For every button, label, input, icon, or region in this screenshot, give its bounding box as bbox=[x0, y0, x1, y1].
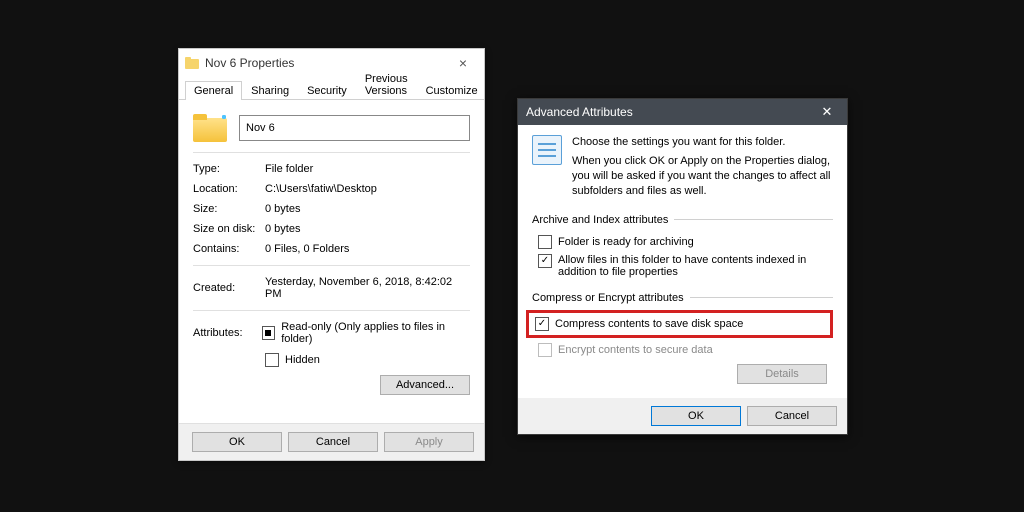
group-archive-label: Archive and Index attributes bbox=[532, 214, 668, 226]
folder-icon bbox=[185, 57, 199, 69]
divider bbox=[193, 152, 470, 153]
advanced-attributes-dialog: Advanced Attributes ✕ Choose the setting… bbox=[517, 98, 848, 435]
tab-security[interactable]: Security bbox=[298, 81, 356, 100]
checkbox-disabled-icon bbox=[538, 343, 552, 357]
type-value: File folder bbox=[265, 163, 470, 175]
readonly-label: Read-only (Only applies to files in fold… bbox=[281, 321, 470, 345]
close-icon[interactable]: ✕ bbox=[815, 104, 839, 120]
properties-tabstrip: General Sharing Security Previous Versio… bbox=[179, 77, 484, 100]
archive-label: Folder is ready for archiving bbox=[558, 236, 694, 248]
created-value: Yesterday, November 6, 2018, 8:42:02 PM bbox=[265, 276, 470, 300]
compress-label: Compress contents to save disk space bbox=[555, 318, 743, 330]
close-icon[interactable]: × bbox=[448, 55, 478, 71]
size-on-disk-value: 0 bytes bbox=[265, 223, 470, 235]
folder-name-input[interactable] bbox=[239, 115, 470, 141]
location-value: C:\Users\fatiw\Desktop bbox=[265, 183, 470, 195]
divider bbox=[193, 310, 470, 311]
properties-dialog: Nov 6 Properties × General Sharing Secur… bbox=[178, 48, 485, 461]
properties-body: Type:File folder Location:C:\Users\fatiw… bbox=[179, 100, 484, 423]
checkbox-empty-icon bbox=[265, 353, 279, 367]
size-value: 0 bytes bbox=[265, 203, 470, 215]
attributes-icon bbox=[532, 135, 562, 165]
tab-sharing[interactable]: Sharing bbox=[242, 81, 298, 100]
apply-button[interactable]: Apply bbox=[384, 432, 474, 452]
contains-label: Contains: bbox=[193, 243, 265, 255]
size-on-disk-label: Size on disk: bbox=[193, 223, 265, 235]
tab-previous-versions[interactable]: Previous Versions bbox=[356, 69, 417, 100]
tab-customize[interactable]: Customize bbox=[417, 81, 487, 100]
size-label: Size: bbox=[193, 203, 265, 215]
compress-checkbox[interactable]: Compress contents to save disk space bbox=[535, 317, 824, 331]
hidden-label: Hidden bbox=[285, 354, 320, 366]
archive-checkbox[interactable]: Folder is ready for archiving bbox=[538, 235, 833, 249]
encrypt-checkbox: Encrypt contents to secure data bbox=[538, 343, 833, 357]
hidden-checkbox[interactable]: Hidden bbox=[265, 353, 320, 367]
advanced-footer: OK Cancel bbox=[518, 398, 847, 434]
compress-highlight: Compress contents to save disk space bbox=[526, 310, 833, 338]
advanced-intro-text: Choose the settings you want for this fo… bbox=[572, 135, 833, 198]
ok-button[interactable]: OK bbox=[192, 432, 282, 452]
checkbox-checked-icon bbox=[538, 254, 552, 268]
properties-footer: OK Cancel Apply bbox=[179, 423, 484, 460]
advanced-title: Advanced Attributes bbox=[526, 105, 815, 119]
checkbox-mixed-icon bbox=[262, 326, 275, 340]
cancel-button[interactable]: Cancel bbox=[288, 432, 378, 452]
type-label: Type: bbox=[193, 163, 265, 175]
details-button: Details bbox=[737, 364, 827, 384]
checkbox-empty-icon bbox=[538, 235, 552, 249]
properties-title: Nov 6 Properties bbox=[205, 56, 448, 70]
encrypt-label: Encrypt contents to secure data bbox=[558, 344, 713, 356]
ok-button[interactable]: OK bbox=[651, 406, 741, 426]
divider bbox=[193, 265, 470, 266]
group-compress-label: Compress or Encrypt attributes bbox=[532, 292, 684, 304]
contains-value: 0 Files, 0 Folders bbox=[265, 243, 470, 255]
folder-large-icon bbox=[193, 114, 227, 142]
created-label: Created: bbox=[193, 282, 265, 294]
index-label: Allow files in this folder to have conte… bbox=[558, 254, 828, 278]
index-checkbox[interactable]: Allow files in this folder to have conte… bbox=[538, 254, 833, 278]
advanced-body: Choose the settings you want for this fo… bbox=[518, 125, 847, 398]
location-label: Location: bbox=[193, 183, 265, 195]
tab-general[interactable]: General bbox=[185, 81, 242, 100]
advanced-button[interactable]: Advanced... bbox=[380, 375, 470, 395]
readonly-checkbox[interactable]: Read-only (Only applies to files in fold… bbox=[262, 321, 470, 345]
advanced-titlebar[interactable]: Advanced Attributes ✕ bbox=[518, 99, 847, 125]
properties-titlebar[interactable]: Nov 6 Properties × bbox=[179, 49, 484, 77]
checkbox-checked-icon bbox=[535, 317, 549, 331]
attributes-label: Attributes: bbox=[193, 327, 262, 339]
cancel-button[interactable]: Cancel bbox=[747, 406, 837, 426]
